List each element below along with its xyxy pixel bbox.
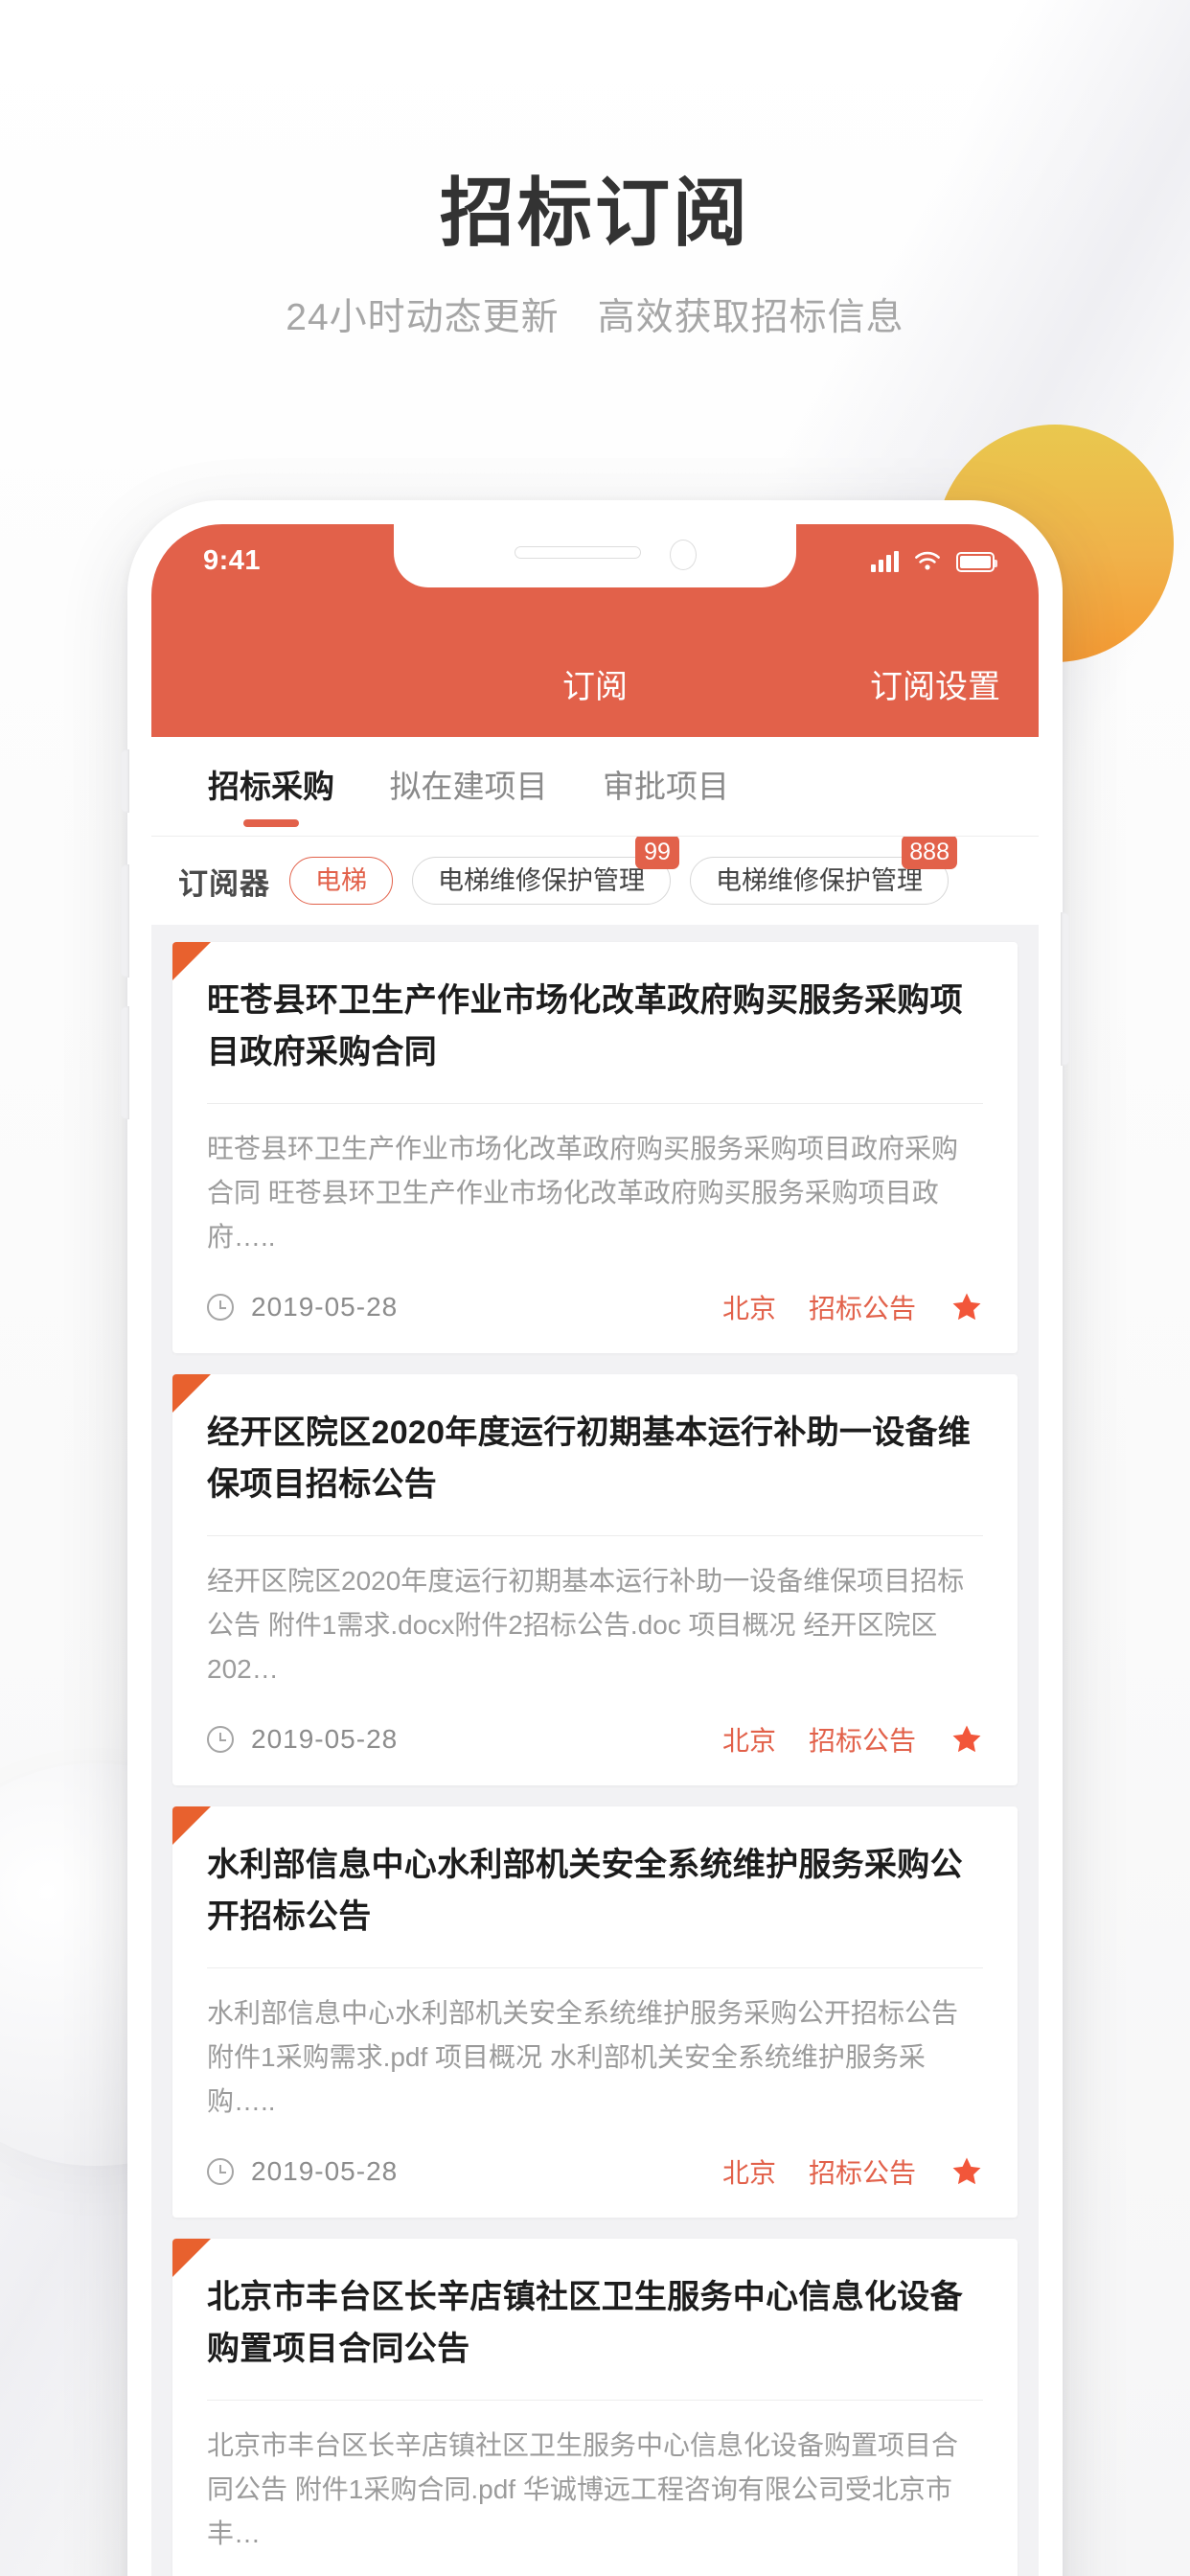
card-date: 2019-05-28	[251, 1724, 399, 1754]
card-footer: 2019-05-28 北京 招标公告	[207, 1286, 983, 1328]
announcement-list: 旺苍县环卫生产作业市场化改革政府购买服务采购项目政府采购合同 旺苍县环卫生产作业…	[151, 925, 1039, 2576]
card-footer: 2019-05-28 北京 招标公告	[207, 1718, 983, 1760]
phone-volume-up-button	[121, 864, 129, 978]
card-date: 2019-05-28	[251, 2156, 399, 2186]
signal-bars-icon	[871, 551, 899, 572]
list-item[interactable]: 水利部信息中心水利部机关安全系统维护服务采购公开招标公告 水利部信息中心水利部机…	[172, 1806, 1018, 2218]
filter-chip-1-label: 电梯维修保护管理	[438, 866, 645, 895]
card-divider	[207, 1103, 983, 1104]
star-icon[interactable]	[950, 1291, 983, 1323]
card-description: 经开区院区2020年度运行初期基本运行补助一设备维保项目招标公告 附件1需求.d…	[207, 1566, 965, 1684]
subscription-filter-row: 订阅器 电梯 电梯维修保护管理 99 电梯维修保护管理 888	[151, 837, 1039, 925]
tab-approval-projects[interactable]: 审批项目	[567, 737, 765, 837]
tab-planned-projects[interactable]: 拟在建项目	[370, 737, 567, 837]
star-icon[interactable]	[950, 2155, 983, 2188]
card-description: 北京市丰台区长辛店镇社区卫生服务中心信息化设备购置项目合同公告 附件1采购合同.…	[207, 2430, 959, 2548]
tab-bidding-procurement[interactable]: 招标采购	[172, 737, 370, 837]
subscription-settings-button[interactable]: 订阅设置	[870, 660, 1000, 714]
card-title: 水利部信息中心水利部机关安全系统维护服务采购公开招标公告	[207, 1847, 963, 1935]
status-bar-icons	[871, 545, 997, 578]
card-region: 北京	[721, 2158, 776, 2188]
navbar: 订阅 订阅设置	[151, 660, 1039, 714]
card-title: 旺苍县环卫生产作业市场化改革政府购买服务采购项目政府采购合同	[207, 982, 963, 1070]
phone-volume-down-button	[121, 1006, 129, 1119]
status-bar-time: 9:41	[203, 545, 262, 576]
star-icon[interactable]	[950, 1723, 983, 1756]
filter-chip-2[interactable]: 电梯维修保护管理 888	[690, 837, 957, 905]
card-type: 招标公告	[808, 1294, 916, 1323]
card-title: 北京市丰台区长辛店镇社区卫生服务中心信息化设备购置项目合同公告	[207, 2279, 963, 2367]
filter-chip-1[interactable]: 电梯维修保护管理 99	[412, 837, 679, 905]
phone-notch	[394, 524, 796, 587]
filter-chip-2-badge: 888	[902, 837, 957, 869]
phone-mute-switch	[121, 749, 129, 813]
list-item[interactable]: 北京市丰台区长辛店镇社区卫生服务中心信息化设备购置项目合同公告 北京市丰台区长辛…	[172, 2239, 1018, 2576]
card-description: 旺苍县环卫生产作业市场化改革政府购买服务采购项目政府采购合同 旺苍县环卫生产作业…	[207, 1134, 959, 1252]
new-corner-flag-icon	[172, 942, 211, 980]
filter-chip-2-label: 电梯维修保护管理	[716, 866, 923, 895]
card-divider	[207, 1967, 983, 1968]
clock-icon	[207, 1294, 234, 1321]
tab-bar: 招标采购 拟在建项目 审批项目	[151, 737, 1039, 837]
subscription-filter-label: 订阅器	[178, 866, 270, 901]
new-corner-flag-icon	[172, 1806, 211, 1845]
card-divider	[207, 1535, 983, 1536]
card-description: 水利部信息中心水利部机关安全系统维护服务采购公开招标公告 附件1采购需求.pdf…	[207, 1998, 959, 2116]
phone-screen: 9:41 订阅 订阅设置 招标采购 拟在建项目 审批项目 订阅器 电梯 电梯维修…	[151, 524, 1039, 2576]
page-subtitle: 24小时动态更新 高效获取招标信息	[286, 297, 904, 338]
front-camera	[670, 540, 697, 570]
clock-icon	[207, 2158, 234, 2185]
new-corner-flag-icon	[172, 1374, 211, 1413]
phone-mockup: 9:41 订阅 订阅设置 招标采购 拟在建项目 审批项目 订阅器 电梯 电梯维修…	[121, 500, 1069, 2576]
list-item[interactable]: 经开区院区2020年度运行初期基本运行补助一设备维保项目招标公告 经开区院区20…	[172, 1374, 1018, 1785]
card-region: 北京	[721, 1726, 776, 1756]
phone-power-button	[1061, 912, 1069, 1066]
earpiece-speaker	[515, 546, 641, 559]
card-type: 招标公告	[808, 2158, 916, 2188]
card-footer: 2019-05-28 北京 招标公告	[207, 2150, 983, 2193]
card-title: 经开区院区2020年度运行初期基本运行补助一设备维保项目招标公告	[207, 1414, 972, 1503]
list-item[interactable]: 旺苍县环卫生产作业市场化改革政府购买服务采购项目政府采购合同 旺苍县环卫生产作业…	[172, 942, 1018, 1353]
clock-icon	[207, 1726, 234, 1753]
wifi-icon	[915, 551, 940, 570]
card-type: 招标公告	[808, 1726, 916, 1756]
new-corner-flag-icon	[172, 2239, 211, 2277]
filter-chip-0[interactable]: 电梯	[289, 857, 393, 905]
app-header: 9:41 订阅 订阅设置	[151, 524, 1039, 737]
card-date: 2019-05-28	[251, 1292, 399, 1322]
card-divider	[207, 2400, 983, 2401]
card-region: 北京	[721, 1294, 776, 1323]
page-title: 招标订阅	[439, 171, 750, 255]
battery-icon	[956, 551, 997, 572]
filter-chip-1-badge: 99	[635, 837, 679, 869]
filter-chip-0-label: 电梯	[315, 866, 367, 895]
